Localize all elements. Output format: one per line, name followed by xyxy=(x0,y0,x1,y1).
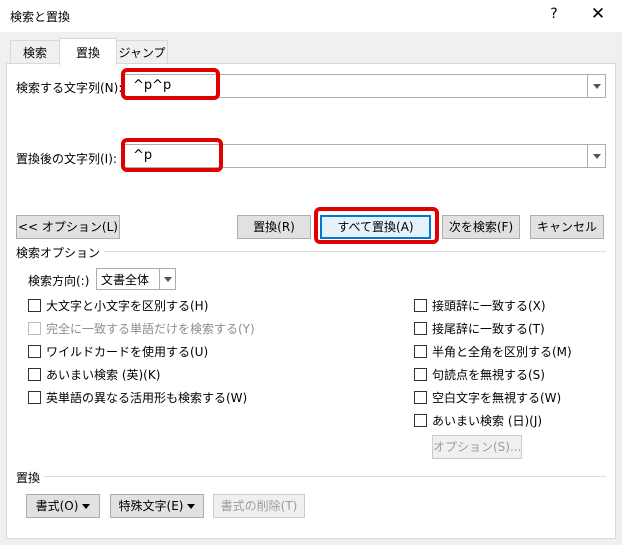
match-suffix-label[interactable]: 接尾辞に一致する(T) xyxy=(432,320,545,337)
find-next-button[interactable]: 次を検索(F) xyxy=(442,215,520,239)
search-options-divider xyxy=(16,251,606,252)
no-formatting-button: 書式の削除(T) xyxy=(213,494,305,518)
match-suffix-checkbox[interactable] xyxy=(414,322,427,335)
match-width-checkbox[interactable] xyxy=(414,345,427,358)
chevron-down-icon xyxy=(163,276,172,282)
replace-section-label: 置換 xyxy=(16,469,45,486)
special-button[interactable]: 特殊文字(E) xyxy=(110,494,204,518)
sounds-like-checkbox[interactable] xyxy=(28,368,41,381)
window-title: 検索と置換 xyxy=(10,10,71,24)
close-button[interactable]: ✕ xyxy=(587,4,609,24)
help-button[interactable]: ? xyxy=(544,6,564,22)
replace-all-button[interactable]: すべて置換(A) xyxy=(320,215,431,239)
format-button[interactable]: 書式(O) xyxy=(26,494,100,518)
replace-dropdown-arrow[interactable] xyxy=(587,145,605,167)
find-combobox[interactable]: ^p^p xyxy=(122,74,606,98)
replace-button[interactable]: 置換(R) xyxy=(237,215,311,239)
fuzzy-jp-label[interactable]: あいまい検索 (日)(J) xyxy=(432,412,542,429)
wildcards-label[interactable]: ワイルドカードを使用する(U) xyxy=(46,343,208,360)
word-forms-checkbox[interactable] xyxy=(28,391,41,404)
ignore-space-label[interactable]: 空白文字を無視する(W) xyxy=(432,389,561,406)
match-case-label[interactable]: 大文字と小文字を区別する(H) xyxy=(46,297,208,314)
format-button-label: 書式(O) xyxy=(35,499,79,513)
tab-replace[interactable]: 置換 xyxy=(59,38,117,65)
replace-label: 置換後の文字列(I): xyxy=(16,152,117,166)
fuzzy-options-button: オプション(S)... xyxy=(432,435,522,459)
tab-goto[interactable]: ジャンプ xyxy=(116,40,168,63)
caret-down-icon xyxy=(82,504,91,509)
whole-word-label: 完全に一致する単語だけを検索する(Y) xyxy=(46,322,255,336)
match-case-checkbox[interactable] xyxy=(28,299,41,312)
ignore-punct-checkbox[interactable] xyxy=(414,368,427,381)
chevron-down-icon xyxy=(592,153,601,159)
title-bar xyxy=(0,0,622,32)
chevron-down-icon xyxy=(592,83,601,89)
word-forms-label[interactable]: 英単語の異なる活用形も検索する(W) xyxy=(46,389,247,406)
replace-input[interactable]: ^p xyxy=(133,148,152,163)
ignore-space-checkbox[interactable] xyxy=(414,391,427,404)
search-options-label: 検索オプション xyxy=(16,244,105,261)
direction-select[interactable]: 文書全体 xyxy=(96,268,176,290)
replace-section-divider xyxy=(16,476,606,477)
tab-find[interactable]: 検索 xyxy=(10,40,60,63)
direction-value: 文書全体 xyxy=(101,273,150,287)
caret-down-icon xyxy=(187,504,196,509)
direction-label: 検索方向(:) xyxy=(28,274,90,288)
options-toggle-button[interactable]: << オプション(L) xyxy=(16,215,120,239)
cancel-button[interactable]: キャンセル xyxy=(530,215,604,239)
ignore-punct-label[interactable]: 句読点を無視する(S) xyxy=(432,366,545,383)
match-prefix-label[interactable]: 接頭辞に一致する(X) xyxy=(432,297,546,314)
find-input[interactable]: ^p^p xyxy=(133,78,171,93)
match-width-label[interactable]: 半角と全角を区別する(M) xyxy=(432,343,572,360)
fuzzy-jp-checkbox[interactable] xyxy=(414,414,427,427)
match-prefix-checkbox[interactable] xyxy=(414,299,427,312)
sounds-like-label[interactable]: あいまい検索 (英)(K) xyxy=(46,366,160,383)
whole-word-checkbox xyxy=(28,322,41,335)
replace-combobox[interactable]: ^p xyxy=(122,144,606,168)
find-label: 検索する文字列(N): xyxy=(16,81,123,95)
find-dropdown-arrow[interactable] xyxy=(587,75,605,97)
direction-dropdown-arrow[interactable] xyxy=(159,269,175,289)
special-button-label: 特殊文字(E) xyxy=(118,499,184,513)
wildcards-checkbox[interactable] xyxy=(28,345,41,358)
